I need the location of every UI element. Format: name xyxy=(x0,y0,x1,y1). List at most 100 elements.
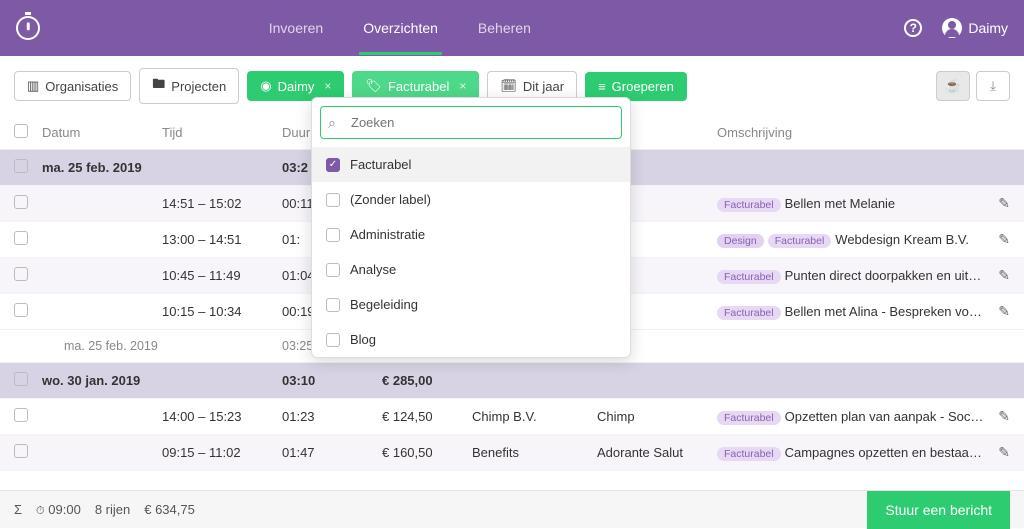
cell-time: 14:00 – 15:23 xyxy=(162,409,282,424)
option-checkbox[interactable]: ✓ xyxy=(326,158,340,172)
label-tag: Facturabel xyxy=(717,447,781,461)
dropdown-option[interactable]: (Zonder label) xyxy=(312,182,630,217)
dropdown-option[interactable]: Analyse xyxy=(312,252,630,287)
option-checkbox[interactable] xyxy=(326,333,340,347)
app-header: Invoeren Overzichten Beheren ? Daimy xyxy=(0,0,1024,56)
cell-time: 13:00 – 14:51 xyxy=(162,232,282,247)
cell-amount: € 160,50 xyxy=(382,445,472,460)
option-label: Blog xyxy=(350,332,376,347)
label-tag: Design xyxy=(717,234,764,248)
option-label: Analyse xyxy=(350,262,396,277)
dropdown-option[interactable]: Blog xyxy=(312,322,630,357)
option-checkbox[interactable] xyxy=(326,193,340,207)
row-checkbox[interactable] xyxy=(14,372,28,386)
total-amount: € 634,75 xyxy=(144,502,195,517)
edit-icon[interactable]: ✎ xyxy=(998,231,1010,247)
dropdown-option[interactable]: Administratie xyxy=(312,217,630,252)
edit-icon[interactable]: ✎ xyxy=(998,195,1010,211)
dropdown-option[interactable]: Begeleiding xyxy=(312,287,630,322)
label-tag: Facturabel xyxy=(768,234,832,248)
filter-projecten[interactable]: 🖿Projecten xyxy=(139,68,239,104)
calendar-icon: 🗓 xyxy=(500,78,517,94)
row-checkbox[interactable] xyxy=(14,444,28,458)
cell-description: FacturabelCampagnes opzetten en bestaand… xyxy=(717,445,984,461)
edit-icon[interactable]: ✎ xyxy=(998,267,1010,283)
cell-time: 10:45 – 11:49 xyxy=(162,268,282,283)
group-total-row: wo. 30 jan. 2019 03:10€ 285,00 xyxy=(0,363,1024,399)
label-tag: Facturabel xyxy=(717,411,781,425)
help-icon[interactable]: ? xyxy=(904,19,922,37)
cell-duration: 01:47 xyxy=(282,445,382,460)
row-checkbox[interactable] xyxy=(14,408,28,422)
cell-time: 10:15 – 10:34 xyxy=(162,304,282,319)
cell-time: 14:51 – 15:02 xyxy=(162,196,282,211)
cell-date: ma. 25 feb. 2019 xyxy=(42,339,162,353)
download-button[interactable]: ⤓ xyxy=(976,71,1010,101)
list-icon: ≡ xyxy=(598,79,606,94)
cell-description: FacturabelBellen met Alina - Bespreken v… xyxy=(717,304,984,320)
time-entry-row[interactable]: 09:15 – 11:0201:47€ 160,50BenefitsAdoran… xyxy=(0,435,1024,471)
cell-project: Chimp B.V. xyxy=(472,409,597,424)
row-checkbox[interactable] xyxy=(14,195,28,209)
cell-org: Adorante Salut xyxy=(597,445,717,460)
row-checkbox[interactable] xyxy=(14,159,28,173)
summary-footer: Σ ⏱ 09:00 8 rijen € 634,75 Stuur een ber… xyxy=(0,490,1024,528)
filter-organisaties[interactable]: ▥Organisaties xyxy=(14,71,131,101)
dropdown-option[interactable]: ✓Facturabel xyxy=(312,147,630,182)
cell-project: Benefits xyxy=(472,445,597,460)
row-checkbox[interactable] xyxy=(14,231,28,245)
cell-date: ma. 25 feb. 2019 xyxy=(42,160,162,175)
total-time: ⏱ 09:00 xyxy=(36,502,81,518)
option-checkbox[interactable] xyxy=(326,228,340,242)
option-checkbox[interactable] xyxy=(326,298,340,312)
building-icon: ▥ xyxy=(27,78,39,94)
edit-icon[interactable]: ✎ xyxy=(998,408,1010,424)
col-datum[interactable]: Datum xyxy=(42,125,162,140)
label-search-input[interactable] xyxy=(320,106,622,139)
user-name: Daimy xyxy=(968,20,1008,36)
row-checkbox[interactable] xyxy=(14,303,28,317)
col-omschrijving[interactable]: Omschrijving xyxy=(717,125,984,140)
cell-org: Chimp xyxy=(597,409,717,424)
nav-overzichten[interactable]: Overzichten xyxy=(359,2,442,55)
cell-description: FacturabelPunten direct doorpakken en ui… xyxy=(717,268,984,284)
folder-icon: 🖿 xyxy=(152,75,165,97)
edit-icon[interactable]: ✎ xyxy=(998,303,1010,319)
nav-beheren[interactable]: Beheren xyxy=(474,2,535,55)
cell-duration: 01:23 xyxy=(282,409,382,424)
cell-description: DesignFacturabelWebdesign Kream B.V. xyxy=(717,232,984,248)
cell-date: wo. 30 jan. 2019 xyxy=(42,373,162,388)
label-tag: Facturabel xyxy=(717,198,781,212)
option-checkbox[interactable] xyxy=(326,263,340,277)
select-all-checkbox[interactable] xyxy=(14,124,28,138)
label-filter-dropdown: ⌕ ✓Facturabel (Zonder label) Administratie… xyxy=(311,97,631,358)
close-icon[interactable]: × xyxy=(324,79,331,93)
time-entry-row[interactable]: 14:00 – 15:2301:23€ 124,50Chimp B.V.Chim… xyxy=(0,399,1024,435)
row-checkbox[interactable] xyxy=(14,267,28,281)
nav-invoeren[interactable]: Invoeren xyxy=(265,2,327,55)
cup-icon: ☕ xyxy=(945,78,961,94)
edit-icon[interactable]: ✎ xyxy=(998,444,1010,460)
row-count: 8 rijen xyxy=(95,502,130,517)
cell-time: 09:15 – 11:02 xyxy=(162,445,282,460)
main-nav: Invoeren Overzichten Beheren xyxy=(265,2,535,55)
sigma-icon: Σ xyxy=(14,502,22,517)
cell-duration: 03:10 xyxy=(282,373,382,388)
search-icon: ⌕ xyxy=(328,114,336,131)
cup-icon-button[interactable]: ☕ xyxy=(936,71,970,101)
cell-amount: € 124,50 xyxy=(382,409,472,424)
label-tag: Facturabel xyxy=(717,270,781,284)
cell-description: FacturabelBellen met Melanie xyxy=(717,196,984,212)
download-icon: ⤓ xyxy=(990,78,996,94)
user-menu[interactable]: Daimy xyxy=(942,18,1008,38)
cell-description: FacturabelOpzetten plan van aanpak - Soc… xyxy=(717,409,984,425)
col-tijd[interactable]: Tijd xyxy=(162,125,282,140)
timer-logo-icon[interactable] xyxy=(16,16,40,40)
close-icon[interactable]: × xyxy=(459,79,466,93)
tag-icon: 🏷 xyxy=(365,78,382,94)
cell-amount: € 285,00 xyxy=(382,373,472,388)
label-tag: Facturabel xyxy=(717,306,781,320)
option-label: (Zonder label) xyxy=(350,192,431,207)
option-label: Administratie xyxy=(350,227,425,242)
send-message-button[interactable]: Stuur een bericht xyxy=(867,491,1010,529)
